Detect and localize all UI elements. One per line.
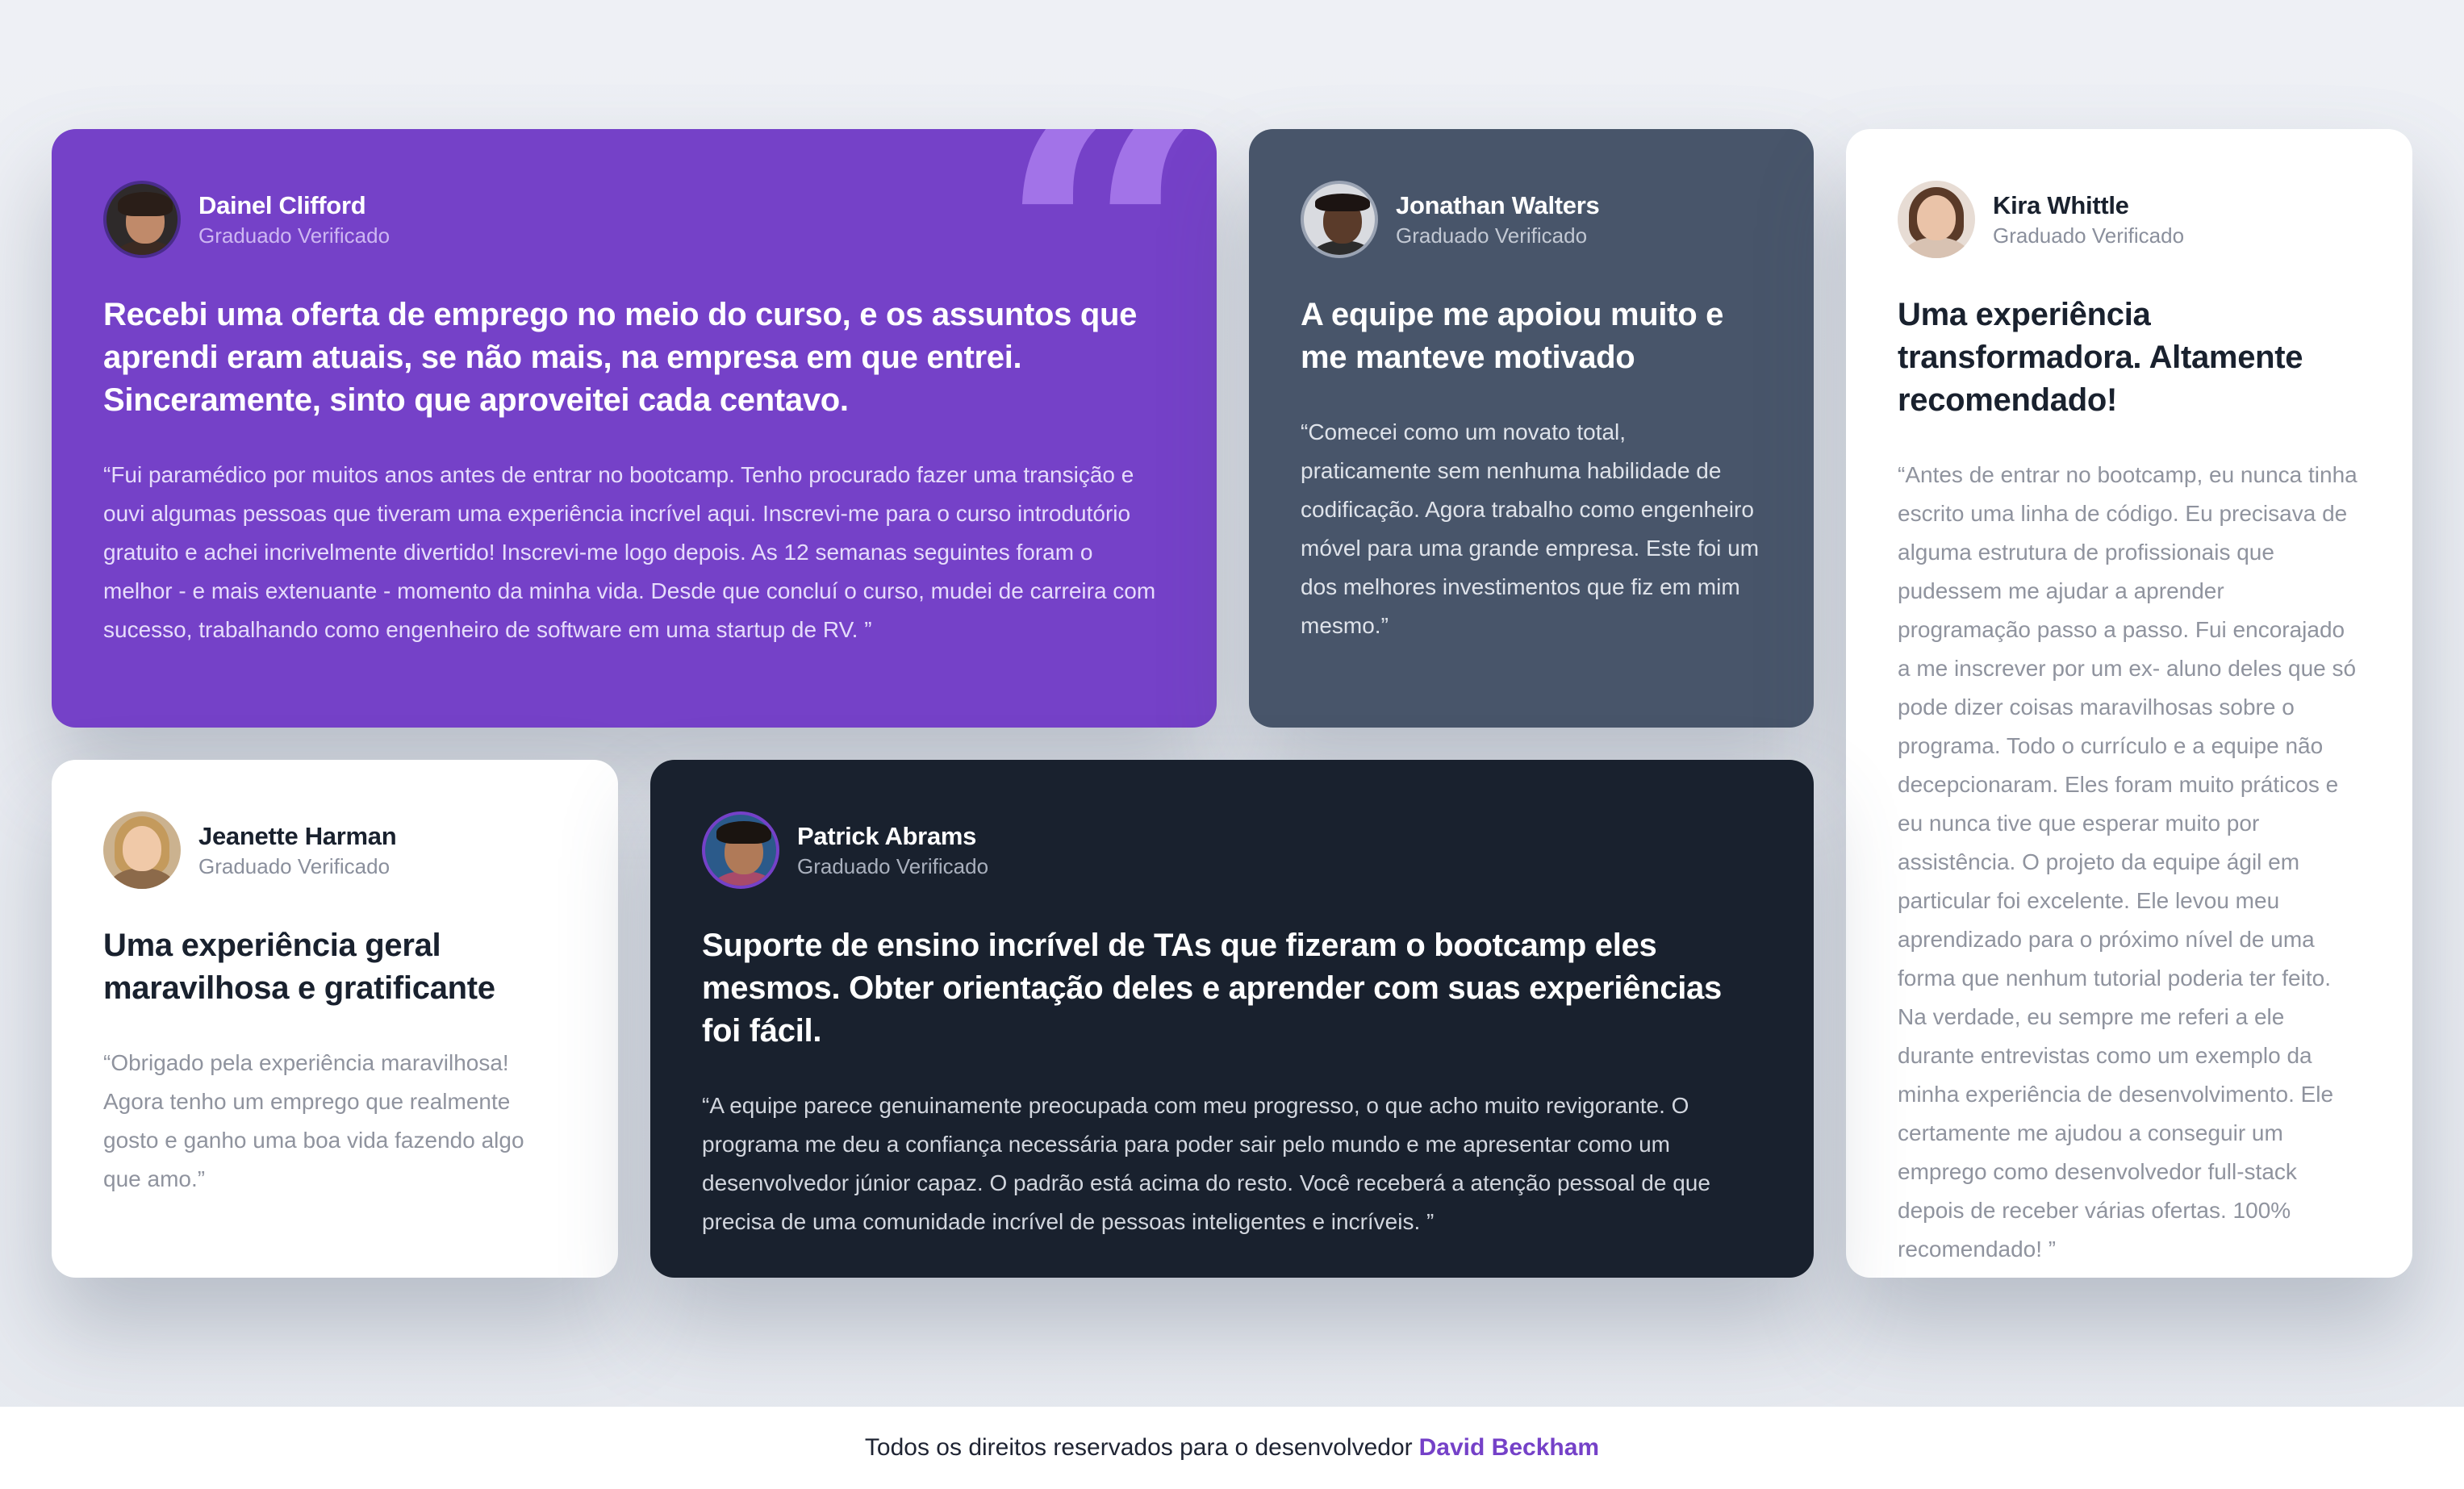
author-name: Patrick Abrams [797,821,977,850]
author-name: Jeanette Harman [198,821,397,850]
card-header: Dainel Clifford Graduado Verificado [103,181,1165,258]
author-role: Graduado Verificado [198,223,390,248]
avatar-kira [1898,181,1975,258]
author-link[interactable]: David Beckham [1419,1434,1599,1462]
testimonial-card-kira: Kira Whittle Graduado Verificado Uma exp… [1846,129,2412,1278]
card-header: Kira Whittle Graduado Verificado [1898,181,2361,258]
avatar-dainel [103,181,181,258]
author-name: Dainel Clifford [198,190,366,219]
card-header: Patrick Abrams Graduado Verificado [702,811,1762,889]
footer: Todos os direitos reservados para o dese… [0,1407,2464,1489]
testimonial-quote: “Obrigado pela experiência maravilhosa! … [103,1050,524,1191]
testimonial-card-dainel: “ Dainel Clifford Graduado Verificado Re… [52,129,1217,728]
testimonial-quote: “A equipe parece genuinamente preocupada… [702,1093,1710,1234]
testimonial-headline: Uma experiência transformadora. Altament… [1898,297,2303,418]
author-role: Graduado Verificado [797,853,989,878]
avatar-jeanette [103,811,181,889]
footer-text: Todos os direitos reservados para o dese… [864,1434,1413,1461]
testimonial-quote: “Fui paramédico por muitos anos antes de… [103,462,1156,642]
author-name: Jonathan Walters [1396,190,1600,219]
testimonials-page: “ Dainel Clifford Graduado Verificado Re… [0,0,2464,1489]
avatar-patrick [702,811,779,889]
testimonial-card-patrick: Patrick Abrams Graduado Verificado Supor… [650,760,1814,1278]
testimonial-headline: Suporte de ensino incrível de TAs que fi… [702,928,1722,1049]
testimonial-headline: Uma experiência geral maravilhosa e grat… [103,928,495,1006]
testimonial-card-jonathan: Jonathan Walters Graduado Verificado A e… [1249,129,1814,728]
author-role: Graduado Verificado [1993,223,2185,248]
testimonial-headline: A equipe me apoiou muito e me manteve mo… [1301,297,1724,375]
testimonial-headline: Recebi uma oferta de emprego no meio do … [103,297,1138,418]
author-role: Graduado Verificado [198,853,390,878]
card-header: Jeanette Harman Graduado Verificado [103,811,566,889]
testimonial-quote: “Antes de entrar no bootcamp, eu nunca t… [1898,462,2358,1262]
card-header: Jonathan Walters Graduado Verificado [1301,181,1762,258]
testimonial-quote: “Comecei como um novato total, praticame… [1301,419,1760,638]
author-role: Graduado Verificado [1396,223,1588,248]
author-name: Kira Whittle [1993,190,2129,219]
avatar-jonathan [1301,181,1378,258]
testimonial-card-jeanette: Jeanette Harman Graduado Verificado Uma … [52,760,618,1278]
